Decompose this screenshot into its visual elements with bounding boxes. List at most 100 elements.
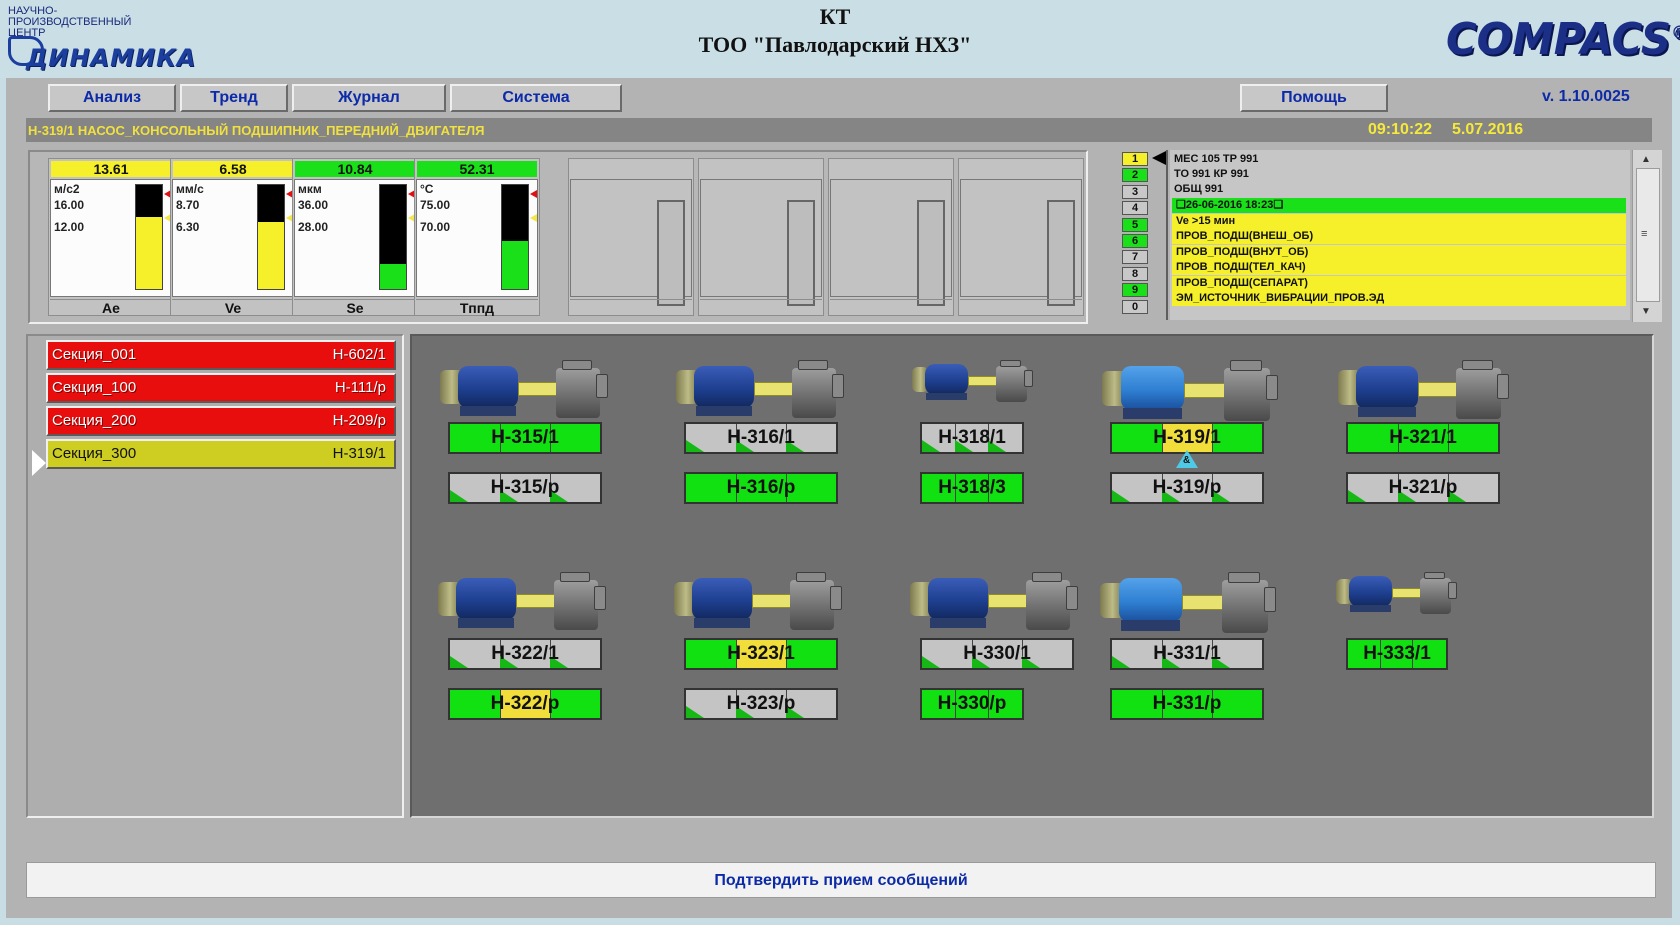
pump-tag-button[interactable]: Н-331/1 [1110, 638, 1264, 670]
menu-system-button[interactable]: Система [450, 84, 622, 112]
event-log-row[interactable]: ПРОВ_ПОДШ(ТЕЛ_КАЧ) [1172, 260, 1626, 275]
pump-tag-label: Н-323/р [726, 693, 796, 714]
pump-tag-button[interactable]: Н-316/р [684, 472, 838, 504]
gauge-empty-bar [787, 200, 815, 306]
warning-marker-icon [530, 214, 537, 222]
pump-unit-image[interactable] [676, 360, 846, 424]
scroll-thumb[interactable] [1636, 168, 1660, 302]
motor-base [458, 618, 514, 628]
event-log-row[interactable]: ЭМ_ИСТОЧНИК_ВИБРАЦИИ_ПРОВ.ЭД [1172, 291, 1626, 306]
event-log-row[interactable]: ПРОВ_ПОДШ(ВНУТ_ОБ) [1172, 244, 1626, 260]
gauge-warning-threshold: 28.00 [298, 220, 329, 234]
event-log-summary-3: ОБЩ 991 [1174, 183, 1224, 195]
pump-tag-button[interactable]: Н-322/1 [448, 638, 602, 670]
channel-button-0[interactable]: 0 [1122, 299, 1148, 314]
pump-casing [1026, 580, 1070, 630]
shaft-coupling [1183, 383, 1226, 398]
pump-tag-label: Н-319/р [1152, 477, 1222, 498]
event-log-row[interactable]: ПРОВ_ПОДШ(ВНЕШ_ОБ) [1172, 229, 1626, 244]
scroll-down-icon[interactable]: ▼ [1641, 306, 1651, 317]
pump-tag-button[interactable]: Н-331/р [1110, 688, 1264, 720]
pump-tag-button[interactable]: Н-315/р [448, 472, 602, 504]
channel-button-1[interactable]: 1 [1122, 152, 1148, 166]
pump-unit-image[interactable] [674, 572, 844, 636]
help-button[interactable]: Помощь [1240, 84, 1388, 112]
pump-flange [1265, 374, 1279, 400]
channel-button-4[interactable]: 4 [1122, 201, 1148, 216]
pump-unit-image[interactable] [1338, 360, 1511, 425]
channel-button-8[interactable]: 8 [1122, 266, 1148, 281]
gauge-body: мкм 36.00 28.00 [294, 179, 416, 297]
event-log-scrollbar[interactable]: ▲ ≡ ▼ [1632, 150, 1662, 322]
pump-tag-button[interactable]: Н-321/1 [1346, 422, 1500, 454]
pump-tag-button[interactable]: Н-323/р [684, 688, 838, 720]
pump-unit-image[interactable] [910, 572, 1080, 636]
pump-unit-image[interactable] [912, 360, 1034, 406]
shaft-coupling [988, 594, 1028, 608]
pump-flange [1032, 572, 1062, 582]
registered-mark: ® [1671, 22, 1680, 43]
pump-tag-button[interactable]: Н-321/р [1346, 472, 1500, 504]
section-button-2[interactable]: Секция_100 Н-111/р [46, 373, 396, 403]
pump-tag-button[interactable]: Н-322/р [448, 688, 602, 720]
gauge-4[interactable]: 52.31 °С 75.00 70.00 Тппд [414, 158, 540, 316]
pump-unit-image[interactable] [438, 572, 608, 636]
motor-base [694, 618, 750, 628]
pump-tag-button[interactable]: Н-318/3 [920, 472, 1024, 504]
channel-button-2[interactable]: 2 [1122, 168, 1148, 183]
motor-body [458, 366, 518, 408]
gauge-bar [135, 184, 163, 290]
scroll-grip-icon: ≡ [1641, 228, 1648, 240]
channel-button-9[interactable]: 9 [1122, 283, 1148, 298]
channel-button-3[interactable]: 3 [1122, 184, 1148, 199]
gauge-1[interactable]: 13.61 м/с2 16.00 12.00 Ae [48, 158, 174, 316]
gauge-label: Se [294, 299, 416, 316]
status-corner-icon [1112, 656, 1130, 668]
menu-journal-button[interactable]: Журнал [292, 84, 446, 112]
gauge-2[interactable]: 6.58 мм/с 8.70 6.30 Ve [170, 158, 296, 316]
pump-flange [562, 360, 592, 370]
event-log-row[interactable]: ❑26-06-2016 18:23❑ [1172, 198, 1626, 213]
gauge-value: 10.84 [295, 161, 415, 177]
confirm-messages-button[interactable]: Подтвердить прием сообщений [26, 862, 1656, 898]
pump-unit-image[interactable] [440, 360, 610, 424]
menu-analysis-button[interactable]: Анализ [48, 84, 176, 112]
section-button-4[interactable]: Секция_300 Н-319/1 [46, 439, 396, 469]
scroll-up-icon[interactable]: ▲ [1641, 154, 1651, 165]
gauge-label: Тппд [416, 299, 538, 316]
event-log-row[interactable]: Ve >15 мин [1172, 213, 1626, 229]
pump-unit-image[interactable] [1102, 360, 1281, 427]
pump-flange [1230, 360, 1262, 371]
pump-tag-button[interactable]: Н-330/р [920, 688, 1024, 720]
motor-body [456, 578, 516, 620]
app-header: НАУЧНО- ПРОИЗВОДСТВЕННЫЙ ЦЕНТР ДИНАМИКА … [0, 0, 1680, 78]
status-corner-icon [922, 656, 940, 668]
section-button-3[interactable]: Секция_200 Н-209/р [46, 406, 396, 436]
pump-unit-image[interactable] [1336, 572, 1458, 618]
status-corner-icon [686, 440, 704, 452]
pump-tag-button[interactable]: Н-316/1 [684, 422, 838, 454]
gauge-3[interactable]: 10.84 мкм 36.00 28.00 Se [292, 158, 418, 316]
channel-button-5[interactable]: 5 [1122, 217, 1148, 232]
motor-base [930, 618, 986, 628]
pump-tag-label: Н-322/р [490, 693, 560, 714]
pump-tag-button[interactable]: Н-333/1 [1346, 638, 1448, 670]
pump-tag-button[interactable]: Н-323/1 [684, 638, 838, 670]
status-corner-icon [686, 706, 704, 718]
dynamics-logo: НАУЧНО- ПРОИЗВОДСТВЕННЫЙ ЦЕНТР ДИНАМИКА [8, 6, 220, 72]
channel-button-7[interactable]: 7 [1122, 250, 1148, 265]
section-name: Секция_001 [52, 346, 137, 363]
pump-flange [1462, 360, 1494, 371]
gauge-bar [379, 184, 407, 290]
pump-tag-button[interactable]: Н-315/1 [448, 422, 602, 454]
pump-tag-button[interactable]: Н-319/р [1110, 472, 1264, 504]
page-subtitle: ТОО "Павлодарский НХЗ" [698, 32, 972, 57]
pump-unit-image[interactable] [1100, 572, 1279, 639]
channel-button-6[interactable]: 6 [1122, 234, 1148, 248]
pump-tag-button[interactable]: Н-318/1 [920, 422, 1024, 454]
section-button-1[interactable]: Секция_001 Н-602/1 [46, 340, 396, 370]
menu-trend-button[interactable]: Тренд [180, 84, 288, 112]
pump-tag-button[interactable]: Н-330/1 [920, 638, 1074, 670]
pump-casing [1221, 580, 1268, 633]
event-log-row[interactable]: ПРОВ_ПОДШ(СЕПАРАТ) [1172, 275, 1626, 291]
